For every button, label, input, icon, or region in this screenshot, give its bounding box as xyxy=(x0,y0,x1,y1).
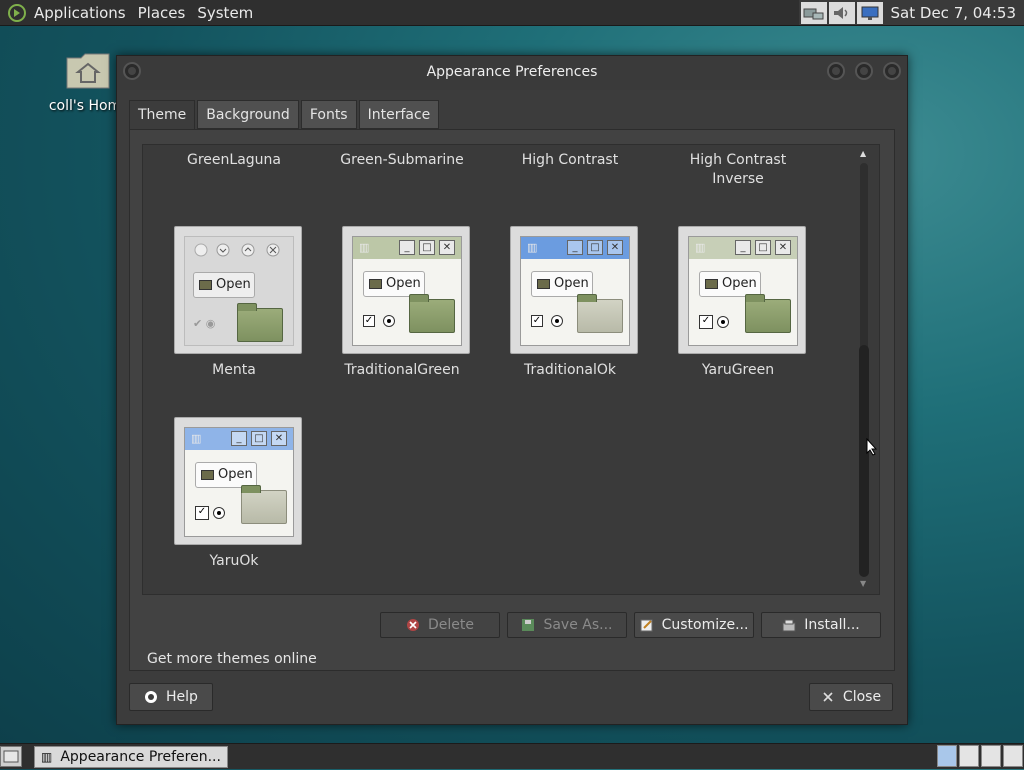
top-panel: Applications Places System Sat Dec 7, 04… xyxy=(0,0,1024,26)
workspace-4[interactable] xyxy=(1003,745,1023,767)
help-label: Help xyxy=(166,689,198,705)
scroll-down-arrow-icon[interactable]: ▼ xyxy=(860,579,866,588)
delete-button[interactable]: Delete xyxy=(380,612,500,638)
traditionalgreen-folder-icon xyxy=(409,294,455,333)
save-as-button[interactable]: Save As... xyxy=(507,612,627,638)
yaruok-titlebar: ▥ _ □ ✕ xyxy=(185,428,293,450)
close-icon xyxy=(821,690,835,704)
theme-name-traditionalok[interactable]: TraditionalOk xyxy=(495,361,645,380)
get-more-themes-link[interactable]: Get more themes online xyxy=(147,651,317,667)
customize-label: Customize... xyxy=(661,617,749,633)
traditionalok-app-icon: ▥ xyxy=(527,241,538,254)
traditionalgreen-checkbox: ✓ xyxy=(363,315,375,327)
window-title: Appearance Preferences xyxy=(426,64,598,80)
workspace-3[interactable] xyxy=(981,745,1001,767)
theme-name-traditionalgreen[interactable]: TraditionalGreen xyxy=(327,361,477,380)
theme-thumbnail-traditionalok[interactable]: ▥ _ □ ✕ Open ✓ xyxy=(510,226,638,354)
traditionalgreen-titlebar: ▥ _ □ ✕ xyxy=(353,237,461,259)
taskbar-appearance-preferences[interactable]: ▥ Appearance Preferen... xyxy=(34,746,228,768)
show-desktop-icon xyxy=(3,750,19,763)
theme-name-high-contrast[interactable]: High Contrast xyxy=(495,151,645,170)
help-icon xyxy=(144,690,158,704)
menta-check-icon: ✔ ◉ xyxy=(193,317,216,330)
yaruok-app-icon: ▥ xyxy=(191,432,202,445)
mouse-cursor-icon xyxy=(866,437,878,460)
yarugreen-app-icon: ▥ xyxy=(695,241,706,254)
menta-folder-icon xyxy=(237,303,283,342)
traditionalok-titlebar: ▥ _ □ ✕ xyxy=(521,237,629,259)
distro-logo-icon[interactable] xyxy=(6,2,28,24)
clock[interactable]: Sat Dec 7, 04:53 xyxy=(883,4,1024,22)
close-window-button[interactable] xyxy=(883,62,901,80)
save-as-icon xyxy=(521,618,535,632)
yaruok-checkbox: ✓ xyxy=(195,506,209,520)
traditionalgreen-app-icon: ▥ xyxy=(359,241,370,254)
install-button[interactable]: Install... xyxy=(761,612,881,638)
delete-label: Delete xyxy=(428,617,474,633)
install-icon xyxy=(782,618,796,632)
install-label: Install... xyxy=(804,617,860,633)
theme-name-green-submarine[interactable]: Green-Submarine xyxy=(327,151,477,170)
traditionalok-radio xyxy=(551,315,563,327)
traditionalok-checkbox: ✓ xyxy=(531,315,543,327)
theme-name-yarugreen[interactable]: YaruGreen xyxy=(663,361,813,380)
theme-thumbnail-menta[interactable]: Open ✔ ◉ xyxy=(174,226,302,354)
theme-name-high-contrast-inverse[interactable]: High Contrast Inverse xyxy=(663,151,813,189)
workspace-2[interactable] xyxy=(959,745,979,767)
traditionalgreen-radio xyxy=(383,315,395,327)
window-titlebar[interactable]: Appearance Preferences xyxy=(117,56,907,90)
yaruok-radio xyxy=(213,507,225,519)
volume-icon[interactable] xyxy=(828,1,855,24)
close-label: Close xyxy=(842,689,882,705)
theme-name-yaruok[interactable]: YaruOk xyxy=(159,552,309,571)
theme-list-scrollbar[interactable]: ▲ ▼ xyxy=(857,149,871,590)
theme-list[interactable]: GreenLaguna Green-Submarine High Contras… xyxy=(142,144,880,595)
theme-name-greenlaguna[interactable]: GreenLaguna xyxy=(159,151,309,170)
yarugreen-checkbox: ✓ xyxy=(699,315,713,329)
system-menu[interactable]: System xyxy=(191,4,259,22)
places-menu[interactable]: Places xyxy=(132,4,192,22)
taskbar-app-icon: ▥ xyxy=(41,750,53,764)
traditionalok-folder-icon xyxy=(577,294,623,333)
show-desktop-button[interactable] xyxy=(0,746,22,767)
home-folder-icon xyxy=(66,53,110,89)
save-as-label: Save As... xyxy=(543,617,613,633)
maximize-button[interactable] xyxy=(855,62,873,80)
bottom-taskbar: ▥ Appearance Preferen... xyxy=(0,743,1024,769)
menta-open-button: Open xyxy=(193,272,255,298)
display-icon[interactable] xyxy=(856,1,883,24)
close-button[interactable]: Close xyxy=(809,683,893,711)
theme-thumbnail-yaruok[interactable]: ▥ _ □ ✕ Open ✓ xyxy=(174,417,302,545)
workspace-1[interactable] xyxy=(937,745,957,767)
system-tray: Sat Dec 7, 04:53 xyxy=(798,0,1024,25)
help-button[interactable]: Help xyxy=(129,683,213,711)
scrollbar-thumb[interactable] xyxy=(859,345,869,577)
menta-titlebar xyxy=(185,237,293,259)
yarugreen-radio xyxy=(717,316,729,328)
theme-name-menta[interactable]: Menta xyxy=(159,361,309,380)
taskbar-task-label: Appearance Preferen... xyxy=(60,749,221,765)
customize-icon xyxy=(640,618,654,632)
theme-thumbnail-traditionalgreen[interactable]: ▥ _ □ ✕ Open ✓ xyxy=(342,226,470,354)
customize-button[interactable]: Customize... xyxy=(634,612,754,638)
yarugreen-titlebar: ▥ _ □ ✕ xyxy=(689,237,797,259)
delete-icon xyxy=(406,618,420,632)
yaruok-folder-icon xyxy=(241,485,287,524)
theme-tab-panel: GreenLaguna Green-Submarine High Contras… xyxy=(129,99,895,671)
minimize-button[interactable] xyxy=(827,62,845,80)
yarugreen-folder-icon xyxy=(745,294,791,333)
theme-panel-body: GreenLaguna Green-Submarine High Contras… xyxy=(129,129,895,671)
theme-thumbnail-yarugreen[interactable]: ▥ _ □ ✕ Open ✓ xyxy=(678,226,806,354)
scroll-up-arrow-icon[interactable]: ▲ xyxy=(860,149,866,158)
appearance-preferences-window: Appearance Preferences Theme Background … xyxy=(116,55,908,725)
applications-menu[interactable]: Applications xyxy=(28,4,132,22)
network-icon[interactable] xyxy=(800,1,827,24)
